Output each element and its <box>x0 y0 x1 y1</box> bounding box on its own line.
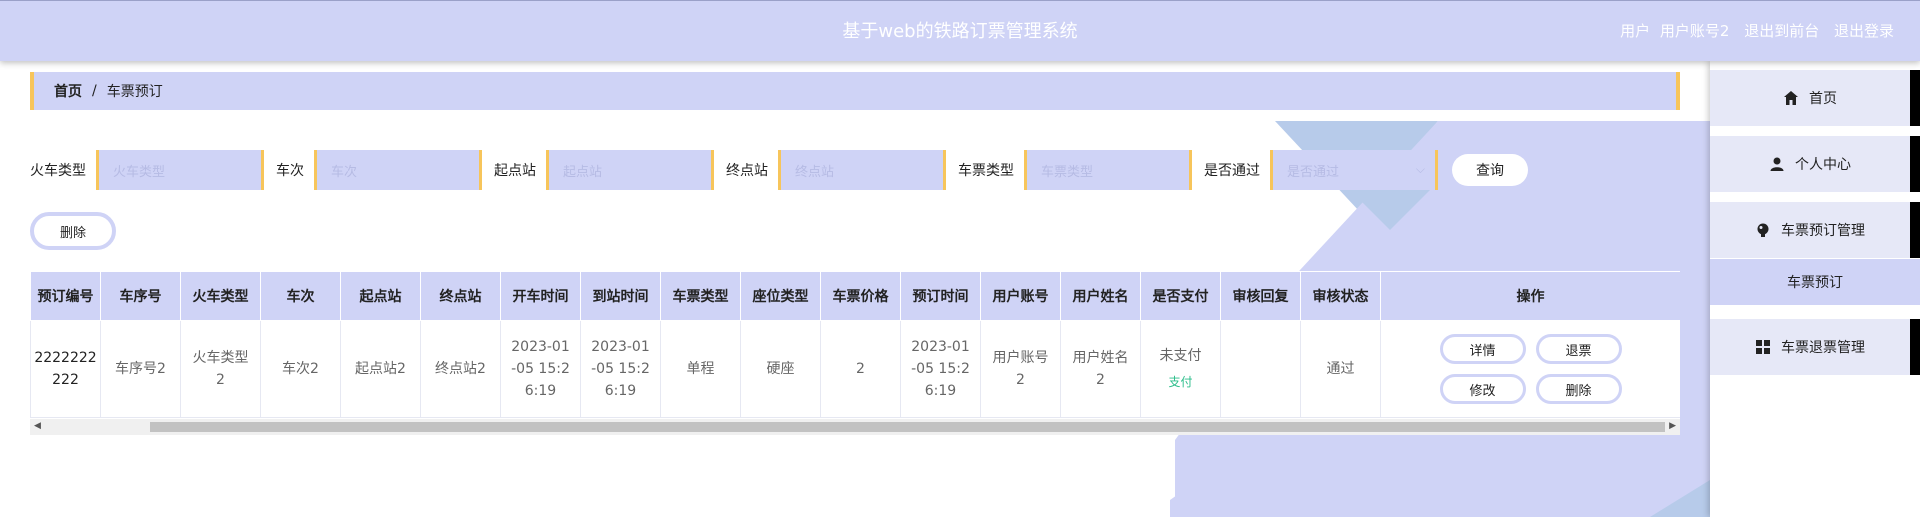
sidebar-item-label: 车票预订管理 <box>1781 223 1865 239</box>
header-user-area: 用户 用户账号2 退出到前台 退出登录 <box>1620 1 1894 62</box>
cell-account: 用户账号 2 <box>980 320 1061 418</box>
cell-price: 2 <box>820 320 901 418</box>
logout-link[interactable]: 退出登录 <box>1834 22 1894 40</box>
sidebar-item-label: 车票退票管理 <box>1781 340 1865 356</box>
user-name: 用户账号2 <box>1659 22 1730 40</box>
ticket-type-input[interactable]: 车票类型 <box>1024 150 1192 190</box>
cell-train-type: 火车类型 2 <box>180 320 261 418</box>
column-header: 是否支付 <box>1140 271 1221 321</box>
sidebar-item-label: 个人中心 <box>1795 157 1851 173</box>
column-header: 车票价格 <box>820 271 901 321</box>
table-header-row: 预订编号 车序号 火车类型 车次 起点站 终点站 开车时间 到站时间 车票类型 … <box>30 271 1680 321</box>
train-no-input[interactable]: 车次 <box>314 150 482 190</box>
cell-arrive-time: 2023-01 -05 15:2 6:19 <box>580 320 661 418</box>
column-header: 用户姓名 <box>1060 271 1141 321</box>
row-delete-button[interactable]: 删除 <box>1535 374 1622 404</box>
grid-icon <box>1756 340 1770 354</box>
user-icon <box>1770 157 1784 171</box>
cell-book-time: 2023-01 -05 15:2 6:19 <box>900 320 981 418</box>
ticket-manage-icon <box>1757 223 1769 237</box>
home-icon <box>1784 91 1798 105</box>
ticket-type-label: 车票类型 <box>958 163 1014 179</box>
column-header: 火车类型 <box>180 271 261 321</box>
query-button[interactable]: 查询 <box>1452 154 1528 186</box>
cell-order-no: 2222222 222 <box>30 320 101 418</box>
edit-button[interactable]: 修改 <box>1439 374 1526 404</box>
sidebar-menu: 首页 个人中心 车票预订管理 车票预订 车票退票管理 <box>1710 61 1920 517</box>
breadcrumb-separator: / <box>92 83 97 99</box>
table-row: 2222222 222 车序号2 火车类型 2 车次2 起点站2 终点站2 20… <box>30 320 1680 418</box>
back-to-front-link[interactable]: 退出到前台 <box>1744 22 1819 40</box>
scrollbar-thumb[interactable] <box>150 422 1665 432</box>
top-header: 基于web的铁路订票管理系统 用户 用户账号2 退出到前台 退出登录 <box>0 0 1920 61</box>
breadcrumb: 首页 / 车票预订 <box>30 72 1680 110</box>
approved-select-value: 是否通过 <box>1287 164 1340 180</box>
column-header: 审核回复 <box>1220 271 1301 321</box>
column-header: 终点站 <box>420 271 501 321</box>
end-station-input[interactable]: 终点站 <box>778 150 946 190</box>
train-type-input[interactable]: 火车类型 <box>96 150 264 190</box>
cell-seat-type: 硬座 <box>740 320 821 418</box>
start-station-input[interactable]: 起点站 <box>546 150 714 190</box>
column-header: 座位类型 <box>740 271 821 321</box>
cell-paid: 未支付 支付 <box>1140 320 1221 418</box>
approved-select[interactable]: 是否通过 ⌵ <box>1270 150 1438 190</box>
column-header: 审核状态 <box>1300 271 1381 321</box>
pay-link[interactable]: 支付 <box>1141 371 1220 393</box>
cell-end-station: 终点站2 <box>420 320 501 418</box>
column-header: 开车时间 <box>500 271 581 321</box>
column-header: 车票类型 <box>660 271 741 321</box>
sidebar-item-refund-manage[interactable]: 车票退票管理 <box>1710 319 1920 375</box>
cell-train-no: 车次2 <box>260 320 341 418</box>
breadcrumb-home[interactable]: 首页 <box>54 81 82 101</box>
column-header: 到站时间 <box>580 271 661 321</box>
sidebar-subitem-booking[interactable]: 车票预订 <box>1710 259 1920 305</box>
sidebar-item-label: 首页 <box>1809 91 1837 107</box>
scroll-right-icon[interactable]: ▶ <box>1669 421 1676 431</box>
search-bar: 火车类型 火车类型 车次 车次 起点站 起点站 终点站 终点站 车票类型 车票类… <box>30 150 1528 190</box>
cell-depart-time: 2023-01 -05 15:2 6:19 <box>500 320 581 418</box>
end-station-label: 终点站 <box>726 163 768 179</box>
cell-actions: 详情 退票 修改 删除 <box>1380 320 1680 418</box>
scroll-left-icon[interactable]: ◀ <box>34 421 41 431</box>
start-station-label: 起点站 <box>494 163 536 179</box>
sidebar-item-profile[interactable]: 个人中心 <box>1710 136 1920 192</box>
cell-start-station: 起点站2 <box>340 320 421 418</box>
column-header: 预订时间 <box>900 271 981 321</box>
column-header: 用户账号 <box>980 271 1061 321</box>
user-label: 用户 <box>1620 22 1651 40</box>
batch-delete-button[interactable]: 删除 <box>30 212 116 250</box>
refund-button[interactable]: 退票 <box>1535 334 1622 364</box>
cell-ticket-type: 单程 <box>660 320 741 418</box>
detail-button[interactable]: 详情 <box>1439 334 1526 364</box>
cell-name: 用户姓名 2 <box>1060 320 1141 418</box>
cell-status: 通过 <box>1300 320 1381 418</box>
column-header: 起点站 <box>340 271 421 321</box>
paid-status: 未支付 <box>1159 348 1202 364</box>
train-type-label: 火车类型 <box>30 163 86 179</box>
sidebar-item-home[interactable]: 首页 <box>1710 70 1920 126</box>
approved-label: 是否通过 <box>1204 163 1260 179</box>
train-no-label: 车次 <box>276 163 304 179</box>
cell-reply <box>1220 320 1301 418</box>
column-header: 车序号 <box>100 271 181 321</box>
column-header: 操作 <box>1380 271 1680 321</box>
horizontal-scrollbar[interactable]: ◀ ▶ <box>30 419 1680 435</box>
data-table: 预订编号 车序号 火车类型 车次 起点站 终点站 开车时间 到站时间 车票类型 … <box>30 271 1680 435</box>
cell-car-no: 车序号2 <box>100 320 181 418</box>
breadcrumb-current: 车票预订 <box>106 84 163 100</box>
column-header: 预订编号 <box>30 271 101 321</box>
sidebar-item-booking-manage[interactable]: 车票预订管理 <box>1710 202 1920 258</box>
chevron-down-icon: ⌵ <box>1415 162 1425 176</box>
column-header: 车次 <box>260 271 341 321</box>
